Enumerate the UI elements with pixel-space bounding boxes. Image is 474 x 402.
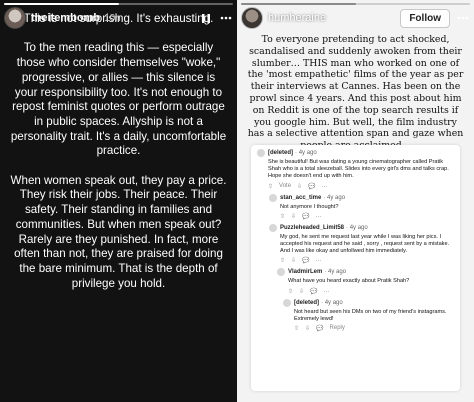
- comment-avatar: [283, 298, 291, 307]
- upvote-icon: ⇧: [268, 183, 274, 190]
- follow-button[interactable]: Follow: [400, 8, 450, 28]
- story-text-right: To everyone pretending to act shocked, s…: [247, 34, 464, 151]
- comment-user: [deleted]: [268, 150, 294, 156]
- reply-icon: 💬: [302, 213, 310, 220]
- story-left[interactable]: This is not surprising. It's exhausting.…: [0, 0, 237, 402]
- reply-icon: 💬: [308, 183, 316, 190]
- more-options-icon[interactable]: [456, 11, 470, 25]
- comment: [deleted] · 4y ago Not heard but seen his…: [283, 298, 454, 332]
- comment-age: 4y ago: [349, 224, 368, 231]
- comment-actions: ⇧ ⇩ 💬 …: [280, 213, 454, 220]
- downvote-icon: ⇩: [291, 258, 297, 265]
- avatar[interactable]: [4, 7, 26, 29]
- downvote-icon: ⇩: [299, 288, 305, 295]
- stories-viewer: This is not surprising. It's exhausting.…: [0, 0, 474, 402]
- comment-age: 4y ago: [324, 299, 343, 306]
- more-options-icon[interactable]: [219, 11, 233, 25]
- pause-icon[interactable]: [199, 11, 213, 25]
- more-options-icon: …: [321, 182, 328, 189]
- comment: [deleted] · 4y ago She is beautiful! But …: [257, 149, 454, 190]
- comment-body: Not heard but seen his DMs on two of my …: [294, 308, 447, 322]
- reply-icon: 💬: [302, 258, 310, 265]
- comment-age: 4y ago: [327, 194, 346, 201]
- comment-body: Not anymore I thought?: [280, 203, 339, 210]
- comment-actions: ⇧ ⇩ 💬 …: [280, 257, 454, 264]
- story-paragraph: When women speak out, they pay a price. …: [10, 173, 227, 290]
- reply-icon: 💬: [316, 326, 324, 333]
- comment-age: 4y ago: [298, 150, 317, 156]
- comment-actions: ⇧ ⇩ 💬 Reply: [294, 325, 454, 332]
- timestamp: 10h: [104, 12, 121, 24]
- username[interactable]: humheraine: [268, 12, 326, 24]
- comment-body: My god, he sent me request last year whi…: [280, 233, 450, 255]
- comment-avatar: [257, 149, 265, 157]
- upvote-icon: ⇧: [294, 326, 300, 333]
- upvote-icon: ⇧: [280, 258, 286, 265]
- story-text-left: This is not surprising. It's exhausting.…: [10, 12, 227, 306]
- reply-icon: 💬: [310, 288, 318, 295]
- comment-body: She is beautiful! But was dating a young…: [268, 159, 449, 180]
- username[interactable]: theitembomb: [31, 12, 100, 24]
- comment-actions: ⇧ ⇩ 💬 …: [288, 288, 454, 295]
- avatar[interactable]: [241, 7, 263, 29]
- comment: VladmirLem · 4y ago What have you heard e…: [277, 268, 454, 295]
- comment-actions: ⇧ Vote ⇩ 💬 …: [268, 183, 454, 190]
- comment-avatar: [277, 268, 285, 277]
- more-options-icon: …: [315, 257, 322, 264]
- story-right[interactable]: humheraine Follow To everyone pretending…: [237, 0, 474, 402]
- comment: Puzzleheaded_Limit58 · 4y ago My god, he …: [269, 223, 454, 264]
- upvote-icon: ⇧: [280, 213, 286, 220]
- downvote-icon: ⇩: [305, 326, 311, 333]
- vote-label: Vote: [279, 182, 292, 189]
- comment-body: What have you heard exactly about Pratik…: [288, 278, 410, 285]
- comment-user: [deleted]: [294, 299, 320, 306]
- more-options-icon: …: [323, 287, 330, 294]
- reddit-screenshot: [deleted] · 4y ago She is beautiful! But …: [251, 145, 460, 391]
- comment-age: 4y ago: [328, 269, 347, 276]
- more-options-icon: …: [315, 212, 322, 219]
- comment-user: Puzzleheaded_Limit58: [280, 224, 345, 231]
- story-paragraph: To the men reading this — especially tho…: [10, 41, 227, 158]
- upvote-icon: ⇧: [288, 288, 294, 295]
- comment: stan_acc_time · 4y ago Not anymore I thou…: [269, 193, 454, 220]
- comment-user: stan_acc_time: [280, 194, 322, 201]
- comment-avatar: [269, 223, 277, 232]
- reply-label: Reply: [329, 325, 345, 332]
- story-header: theitembomb 10h: [4, 5, 233, 31]
- downvote-icon: ⇩: [291, 213, 297, 220]
- downvote-icon: ⇩: [297, 183, 303, 190]
- comment-avatar: [269, 193, 277, 202]
- comment-user: VladmirLem: [288, 269, 323, 276]
- story-header: humheraine Follow: [241, 5, 470, 31]
